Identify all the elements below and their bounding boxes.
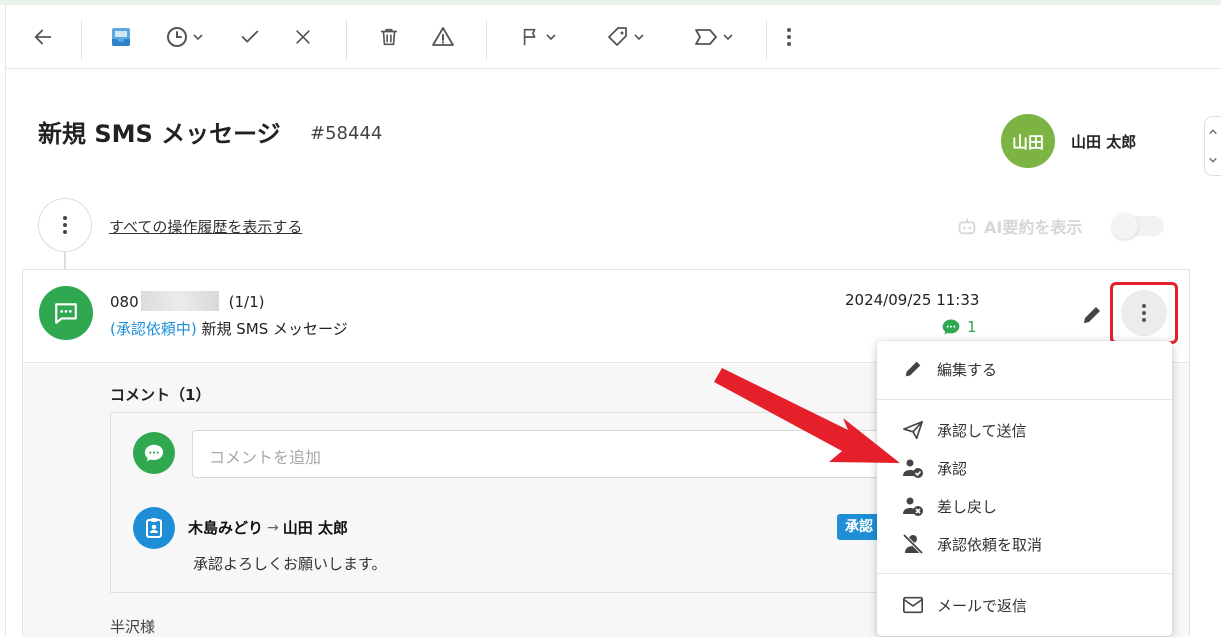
flag-icon (523, 28, 535, 46)
close-icon[interactable] (286, 5, 320, 69)
user-check-icon (901, 456, 925, 480)
pencil-icon (901, 357, 925, 381)
chevron-down-icon (192, 34, 203, 41)
toggle-knob (1112, 213, 1138, 239)
robot-icon (958, 218, 976, 235)
assignee-avatar[interactable]: 山田 (1001, 114, 1055, 168)
mail-icon (901, 593, 925, 617)
comment-arrow: → (267, 519, 279, 536)
subject-line: (承認依頼中) 新規 SMS メッセージ (110, 318, 348, 339)
sms-avatar (39, 286, 93, 340)
phone-number: 080 (1/1) (110, 291, 265, 311)
menu-item-label: 差し戻し (937, 497, 998, 516)
chevron-down-icon (545, 34, 556, 41)
message-date: 2024/09/25 11:33 (845, 291, 980, 309)
clock-icon (166, 27, 187, 47)
comment-count-value: 1 (967, 318, 977, 336)
chat-bubble-icon (55, 303, 77, 324)
comment-icon (942, 319, 960, 335)
show-all-history-link[interactable]: すべての操作履歴を表示する (109, 216, 302, 237)
more-vertical-icon[interactable] (778, 5, 800, 69)
menu-item-cancel-request[interactable]: 承認依頼を取消 (877, 526, 1172, 562)
chat-bubble-icon (144, 444, 164, 462)
page-title: 新規 SMS メッセージ (38, 120, 281, 148)
tag-dropdown-button[interactable] (600, 5, 650, 69)
toolbar-separator (346, 20, 347, 60)
comment-count[interactable]: 1 (941, 317, 977, 337)
menu-item-edit[interactable]: 編集する (877, 351, 1172, 387)
menu-item-label: 編集する (937, 360, 998, 379)
toolbar-separator (486, 20, 487, 60)
history-more-button[interactable] (38, 198, 92, 252)
chevron-down-icon (722, 34, 733, 41)
body-preview: 半沢様 (110, 618, 156, 636)
user-x-icon (901, 494, 925, 518)
trash-icon[interactable] (372, 5, 406, 69)
menu-item-label: 承認 (937, 459, 968, 478)
clipboard-user-icon (146, 518, 162, 538)
menu-item-reply-email[interactable]: メールで返信 (877, 587, 1172, 623)
warning-icon[interactable] (426, 5, 460, 69)
toolbar-separator (81, 20, 82, 60)
timeline-connector (64, 252, 66, 270)
menu-item-approve-send[interactable]: 承認して送信 (877, 412, 1172, 448)
more-button-circle (1121, 290, 1167, 336)
chevron-down-icon (633, 34, 644, 41)
ai-summary-toggle[interactable] (1112, 213, 1164, 239)
redacted-mask (140, 291, 219, 311)
ai-summary-label-wrap: AI要約を表示 (956, 214, 1082, 238)
tag-icon (607, 27, 627, 46)
chevron-up-icon (1209, 129, 1217, 135)
toolbar-separator (766, 20, 767, 60)
status-label: (承認依頼中) (110, 320, 197, 338)
comment-user-avatar (133, 432, 175, 474)
more-vertical-icon (1142, 304, 1146, 322)
left-divider (5, 5, 6, 636)
pencil-icon[interactable] (1077, 300, 1107, 330)
menu-divider (877, 399, 1172, 400)
page-count: (1/1) (228, 293, 265, 311)
ticket-id: #58444 (310, 123, 383, 144)
comment-text: 承認よろしくお願いします。 (193, 555, 387, 573)
comment-from: 木島みどり (188, 519, 264, 537)
assignee-name: 山田 太郎 (1071, 133, 1137, 151)
label-icon (694, 29, 717, 45)
toolbar (6, 5, 1221, 69)
back-arrow-icon[interactable] (26, 5, 60, 69)
ai-summary-label: AI要約を表示 (984, 218, 1083, 237)
comments-title: コメント（1） (110, 386, 211, 404)
menu-item-approve[interactable]: 承認 (877, 450, 1172, 486)
chevron-down-icon (1209, 157, 1217, 163)
phone-prefix: 080 (110, 293, 139, 311)
label-dropdown-button[interactable] (688, 5, 738, 69)
menu-item-label: 承認して送信 (937, 421, 1027, 440)
scroll-nav-handle[interactable] (1204, 116, 1221, 176)
menu-item-send-back[interactable]: 差し戻し (877, 488, 1172, 524)
menu-item-label: メールで返信 (937, 596, 1028, 615)
message-more-button[interactable] (1110, 282, 1178, 344)
comments-box: コメントを追加 木島みどり → 山田 太郎 承認 承認よろしくお願いします。 (110, 412, 912, 593)
clock-dropdown-button[interactable] (160, 5, 208, 69)
flag-dropdown-button[interactable] (514, 5, 562, 69)
approval-badge: 承認 (837, 514, 881, 540)
comment-to: 山田 太郎 (282, 519, 348, 537)
context-menu: 編集する 承認して送信 承認 差し戻し 承認依頼を取消 メールで返信 (877, 341, 1172, 636)
send-icon (901, 418, 925, 442)
check-icon[interactable] (233, 5, 267, 69)
comment-author-line: 木島みどり → 山田 太郎 (188, 517, 348, 538)
more-vertical-icon (63, 216, 67, 234)
comment-input[interactable]: コメントを追加 (192, 430, 912, 478)
user-slash-icon (901, 532, 925, 556)
message-subject: 新規 SMS メッセージ (201, 320, 348, 338)
menu-divider (877, 573, 1172, 574)
approval-avatar (133, 507, 175, 549)
inbox-icon[interactable] (104, 5, 138, 69)
menu-item-label: 承認依頼を取消 (937, 535, 1043, 554)
